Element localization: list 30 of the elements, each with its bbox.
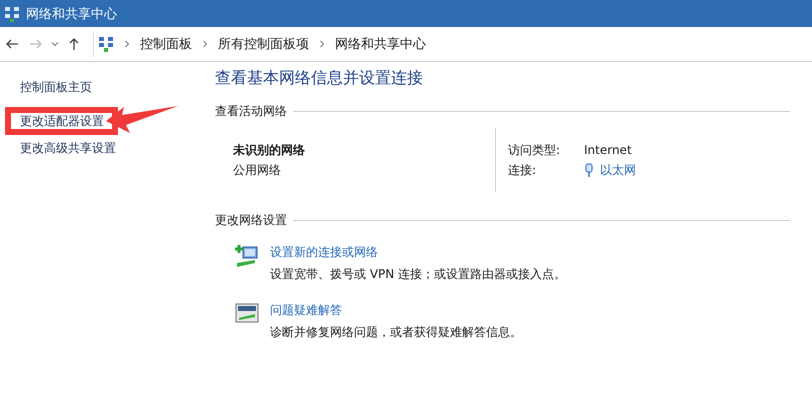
task-description: 设置宽带、拨号或 VPN 连接；或设置路由器或接入点。 [270, 266, 566, 283]
chevron-right-icon [319, 40, 325, 48]
connection-link[interactable]: 以太网 [600, 160, 636, 180]
chevron-right-icon [202, 40, 208, 48]
sidebar-link[interactable]: 更改高级共享设置 [20, 141, 200, 155]
section-title: 查看活动网络 [215, 103, 287, 120]
connection-label: 连接: [508, 162, 538, 179]
network-name: 未识别的网络 [233, 142, 306, 159]
breadcrumb-item[interactable]: 控制面板 [140, 35, 192, 53]
back-arrow-icon[interactable] [5, 37, 19, 51]
access-type-label: 访问类型: [508, 142, 562, 159]
network-icon [4, 6, 20, 22]
network-category: 公用网络 [233, 162, 282, 179]
access-type-value: Internet [584, 142, 632, 159]
task-link[interactable]: 设置新的连接或网络 [270, 245, 378, 259]
window-title: 网络和共享中心 [26, 6, 117, 22]
page-heading: 查看基本网络信息并设置连接 [215, 68, 424, 89]
chevron-down-icon[interactable] [51, 40, 59, 48]
task-link[interactable]: 问题疑难解答 [270, 303, 342, 317]
up-arrow-icon[interactable] [67, 37, 81, 51]
sidebar-link[interactable]: 更改适配器设置 [20, 114, 200, 128]
section-title: 更改网络设置 [215, 212, 287, 229]
network-icon [98, 36, 114, 52]
sidebar-link[interactable]: 控制面板主页 [20, 80, 200, 94]
chevron-right-icon [124, 40, 130, 48]
breadcrumb-item[interactable]: 所有控制面板项 [218, 35, 309, 53]
address-bar[interactable]: 控制面板 所有控制面板项 网络和共享中心 [93, 31, 812, 57]
ethernet-plug-icon [584, 163, 594, 177]
breadcrumb-item[interactable]: 网络和共享中心 [335, 35, 426, 53]
task-description: 诊断并修复网络问题，或者获得疑难解答信息。 [270, 324, 522, 341]
